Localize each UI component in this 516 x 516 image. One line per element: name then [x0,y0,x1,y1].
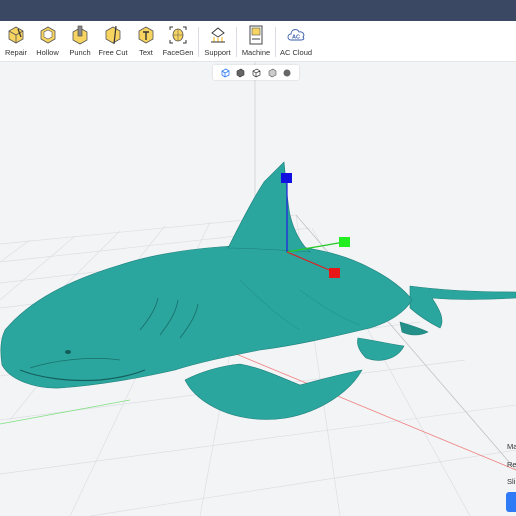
side-label-material: Ma [507,442,516,451]
repair-label: Repair [4,48,28,57]
machine-button[interactable]: Machine [240,21,272,62]
cube-view-icon[interactable] [220,68,230,78]
machine-label: Machine [241,48,271,57]
side-label-resin: Re [507,460,516,469]
repair-button[interactable]: Repair [2,21,30,62]
free-cut-icon [105,25,121,45]
scene-canvas[interactable] [0,62,516,516]
shark-eye [65,350,71,354]
support-button[interactable]: Support [202,21,233,62]
title-bar [0,0,516,21]
punch-label: Punch [69,48,91,57]
slice-button[interactable] [506,492,516,512]
machine-icon [249,25,263,45]
svg-text:AC: AC [292,35,300,41]
toolbar: Repair Hollow Punch Free Cut Text FaceGe… [0,21,516,62]
3d-viewport[interactable] [0,62,516,516]
free-cut-button[interactable]: Free Cut [95,21,131,62]
ac-cloud-icon: AC [287,29,305,41]
free-cut-label: Free Cut [98,48,128,57]
toolbar-divider [236,27,237,57]
facegen-label: FaceGen [162,48,194,57]
solid-view-icon[interactable] [235,68,245,78]
repair-icon [8,26,24,44]
facegen-button[interactable]: FaceGen [161,21,195,62]
hollow-icon [40,26,55,44]
facegen-icon [169,26,187,44]
text-icon [138,26,154,44]
y-axis-line [0,399,131,425]
x-axis-handle[interactable] [329,268,340,278]
support-icon [210,27,225,43]
ac-cloud-label: AC Cloud [279,48,313,57]
punch-button[interactable]: Punch [65,21,95,62]
sphere-view-icon[interactable] [282,68,292,78]
hollow-label: Hollow [36,48,59,57]
translucent-view-icon[interactable] [267,68,277,78]
z-axis-handle[interactable] [281,173,292,183]
toolbar-divider [198,27,199,57]
text-button[interactable]: Text [131,21,161,62]
view-mode-bar [213,65,299,80]
text-label: Text [139,48,153,57]
y-axis-handle[interactable] [339,237,350,247]
support-label: Support [204,48,231,57]
toolbar-divider [275,27,276,57]
hollow-button[interactable]: Hollow [30,21,65,62]
ac-cloud-button[interactable]: AC AC Cloud [279,21,313,62]
punch-icon [72,25,88,45]
wire-view-icon[interactable] [251,68,261,78]
side-label-slice: Sli [507,477,516,486]
